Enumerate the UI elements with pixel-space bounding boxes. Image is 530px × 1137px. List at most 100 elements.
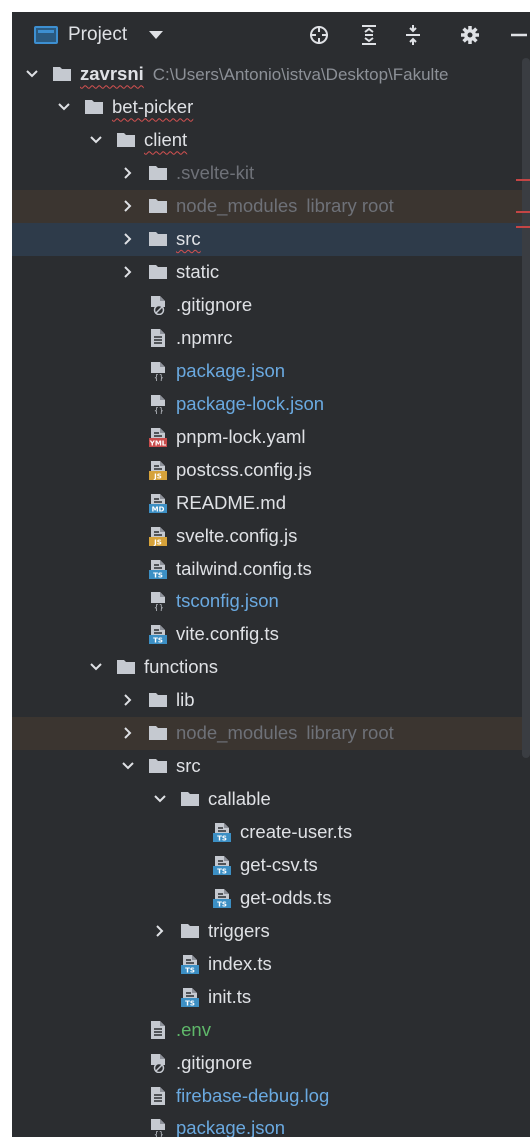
chevron-down-icon[interactable] <box>24 66 40 82</box>
js-file-icon: JS <box>148 526 168 546</box>
tree-item-label-group: node_modules library root <box>176 722 394 744</box>
ignore-file-icon <box>148 295 168 316</box>
ts-file-icon: TS <box>212 822 232 843</box>
chevron-down-icon <box>149 31 164 39</box>
chevron-down-icon[interactable] <box>120 758 136 774</box>
chevron-right-icon[interactable] <box>120 231 136 247</box>
project-icon <box>34 26 58 44</box>
tree-item-label: get-odds.ts <box>240 886 332 908</box>
tree-item-label: src <box>176 755 201 777</box>
svg-text:TS: TS <box>217 835 227 843</box>
project-view-title: Project <box>68 24 128 45</box>
tree-folder-row[interactable]: client <box>12 124 530 157</box>
tree-folder-row[interactable]: static <box>12 256 530 289</box>
json-file-icon: {} <box>148 591 168 612</box>
js-file-icon: JS <box>148 460 168 480</box>
tree-folder-row[interactable]: node_modules library root <box>12 716 530 750</box>
tree-file-row[interactable]: TS create-user.ts <box>12 816 530 849</box>
chevron-down-icon[interactable] <box>88 132 104 148</box>
tree-file-row[interactable]: {} tsconfig.json <box>12 585 530 618</box>
tree-folder-row[interactable]: src <box>12 750 530 783</box>
tree-item-label: static <box>176 261 220 283</box>
tree-item-label-group: init.ts <box>208 986 251 1008</box>
tree-item-label: init.ts <box>208 985 252 1007</box>
folder-icon <box>148 262 168 282</box>
folder-icon <box>148 756 168 776</box>
json-file-icon: {} <box>148 394 168 415</box>
tree-folder-row[interactable]: src <box>12 222 530 256</box>
ignore-file-icon <box>148 1053 168 1073</box>
settings-icon[interactable] <box>456 21 484 49</box>
tree-file-row[interactable]: {} package.json <box>12 1112 530 1137</box>
tree-file-row[interactable]: TS get-csv.ts <box>12 849 530 882</box>
tree-folder-row[interactable]: bet-picker <box>12 91 530 124</box>
tree-file-row[interactable]: .gitignore <box>12 1046 530 1079</box>
tree-folder-row[interactable]: .svelte-kit <box>12 157 530 190</box>
tree-item-label: svelte.config.js <box>176 524 298 546</box>
json-file-icon: {} <box>148 361 168 382</box>
chevron-down-icon[interactable] <box>56 99 72 115</box>
chevron-down-icon[interactable] <box>88 659 104 675</box>
expand-all-icon[interactable] <box>355 21 383 49</box>
tree-folder-row[interactable]: lib <box>12 684 530 717</box>
tree-file-row[interactable]: firebase-debug.log <box>12 1079 530 1112</box>
tree-file-row[interactable]: TS init.ts <box>12 980 530 1013</box>
chevron-right-icon[interactable] <box>120 264 136 280</box>
tree-file-row[interactable]: TS index.ts <box>12 947 530 980</box>
tree-file-row[interactable]: YML pnpm-lock.yaml <box>12 420 530 453</box>
folder-icon <box>148 690 168 710</box>
project-view-selector[interactable]: Project <box>34 20 164 50</box>
library-root-hint: library root <box>306 195 394 217</box>
svg-text:MD: MD <box>152 505 165 513</box>
tree-folder-row[interactable]: triggers <box>12 914 530 947</box>
tree-folder-row[interactable]: zavrsni C:\Users\Antonio\istva\Desktop\Fa… <box>12 58 530 91</box>
tree-file-row[interactable]: {} package-lock.json <box>12 387 530 420</box>
tree-file-row[interactable]: TS tailwind.config.ts <box>12 552 530 585</box>
tree-item-label: .gitignore <box>176 1051 253 1073</box>
tree-item-label-group: node_modules library root <box>176 195 394 217</box>
svg-text:{}: {} <box>154 406 164 414</box>
tree-item-label: create-user.ts <box>240 821 353 843</box>
tree-file-row[interactable]: TS get-odds.ts <box>12 881 530 914</box>
ts-file-icon: TS <box>180 987 200 1007</box>
tree-file-row[interactable]: JS postcss.config.js <box>12 453 530 486</box>
tree-item-label: src <box>176 228 201 250</box>
minimize-icon[interactable] <box>504 21 530 49</box>
tree-folder-row[interactable]: functions <box>12 651 530 684</box>
svg-text:TS: TS <box>217 900 227 908</box>
locate-icon[interactable] <box>305 21 333 49</box>
svg-text:{}: {} <box>154 603 164 611</box>
chevron-right-icon[interactable] <box>120 725 136 741</box>
vertical-scrollbar[interactable] <box>522 58 530 758</box>
chevron-down-icon[interactable] <box>152 791 168 807</box>
tree-folder-row[interactable]: node_modules library root <box>12 189 530 223</box>
folder-icon <box>180 921 200 941</box>
tree-item-label-group: zavrsni C:\Users\Antonio\istva\Desktop\Fa… <box>80 63 449 85</box>
collapse-all-icon[interactable] <box>399 21 427 49</box>
tree-file-row[interactable]: .gitignore <box>12 289 530 322</box>
svg-text:{}: {} <box>154 1130 164 1137</box>
tree-file-row[interactable]: .npmrc <box>12 322 530 355</box>
folder-icon <box>148 229 168 249</box>
project-toolbar: Project <box>12 12 530 58</box>
chevron-right-icon[interactable] <box>120 692 136 708</box>
ts-file-icon: TS <box>212 855 232 875</box>
tree-item-label: lib <box>176 689 195 711</box>
tree-file-row[interactable]: .env <box>12 1013 530 1046</box>
tree-item-label: bet-picker <box>112 96 194 118</box>
folder-icon <box>116 657 136 677</box>
chevron-right-icon[interactable] <box>152 923 168 939</box>
svg-text:TS: TS <box>185 999 195 1007</box>
folder-icon <box>148 723 168 743</box>
tree-item-label: zavrsni <box>80 63 144 85</box>
tree-item-label-group: .gitignore <box>176 1052 252 1074</box>
tree-file-row[interactable]: MD README.md <box>12 486 530 519</box>
tree-file-row[interactable]: JS svelte.config.js <box>12 519 530 552</box>
chevron-right-icon[interactable] <box>120 165 136 181</box>
tree-item-label: tailwind.config.ts <box>176 557 312 579</box>
tree-file-row[interactable]: {} package.json <box>12 354 530 387</box>
tree-folder-row[interactable]: callable <box>12 783 530 816</box>
chevron-right-icon[interactable] <box>120 198 136 214</box>
svg-text:TS: TS <box>217 867 227 875</box>
tree-file-row[interactable]: TS vite.config.ts <box>12 618 530 651</box>
